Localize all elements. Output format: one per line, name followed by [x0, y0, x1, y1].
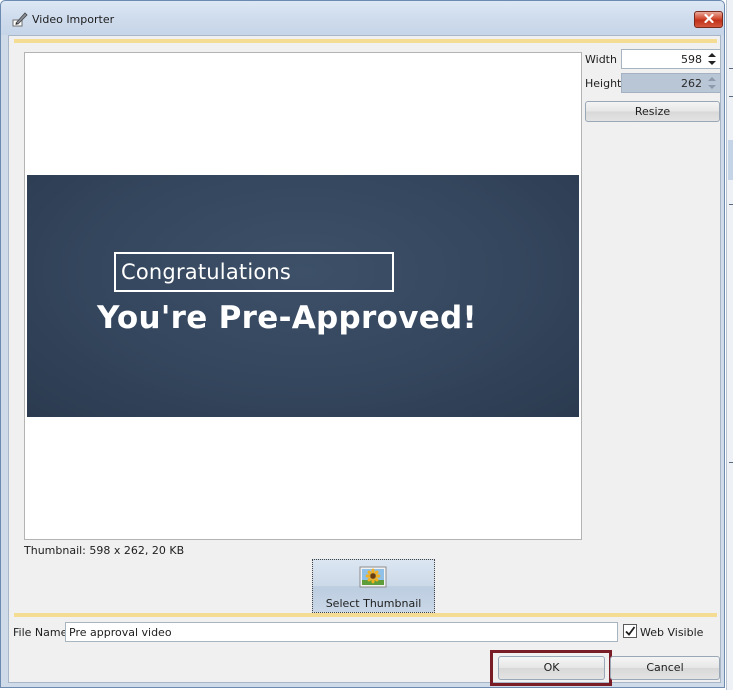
width-spinner[interactable]: 598 [621, 49, 721, 69]
spinner-arrows [706, 75, 718, 91]
thumbnail-title: You're Pre-Approved! [97, 300, 477, 336]
height-label: Height [585, 77, 622, 90]
window-title: Video Importer [32, 13, 115, 26]
select-thumbnail-label: Select Thumbnail [325, 597, 422, 610]
height-value: 262 [681, 77, 702, 90]
video-importer-dialog: Video Importer Congratulations You're Pr… [0, 0, 725, 688]
thumbnail-preview: Congratulations You're Pre-Approved! [24, 52, 582, 540]
checkmark-icon [624, 626, 636, 640]
arrow-down-icon [708, 85, 716, 89]
background-tick [729, 462, 733, 463]
arrow-up-icon [708, 77, 716, 81]
arrow-up-icon[interactable] [708, 53, 716, 57]
close-icon [703, 13, 714, 26]
thumbnail-heading: Congratulations [121, 260, 292, 284]
arrow-down-icon[interactable] [708, 61, 716, 65]
web-visible-label: Web Visible [640, 626, 704, 639]
background-tick [729, 96, 733, 97]
thumbnail-image: Congratulations You're Pre-Approved! [27, 175, 579, 417]
width-value: 598 [681, 53, 702, 66]
dialog-client-area: Congratulations You're Pre-Approved! Wid… [8, 35, 721, 686]
close-button[interactable] [694, 11, 723, 28]
background-application [726, 0, 733, 690]
background-tick [729, 204, 733, 205]
file-name-label: File Name [13, 626, 68, 639]
file-name-input[interactable] [65, 622, 618, 642]
spinner-arrows[interactable] [706, 51, 718, 67]
title-bar[interactable]: Video Importer [1, 1, 724, 35]
image-icon [359, 566, 387, 588]
thumbnail-info: Thumbnail: 598 x 262, 20 KB [24, 544, 185, 557]
select-thumbnail-button[interactable]: Select Thumbnail [312, 559, 435, 613]
height-spinner: 262 [621, 73, 721, 93]
content-panel: Congratulations You're Pre-Approved! Wid… [14, 39, 721, 617]
cancel-button[interactable]: Cancel [610, 656, 720, 680]
web-visible-checkbox[interactable] [623, 624, 637, 638]
pencil-icon [12, 11, 28, 27]
background-tick [729, 68, 733, 69]
resize-button[interactable]: Resize [585, 101, 720, 122]
background-band [728, 140, 733, 180]
ok-button[interactable]: OK [498, 656, 605, 680]
width-label: Width [585, 53, 617, 66]
